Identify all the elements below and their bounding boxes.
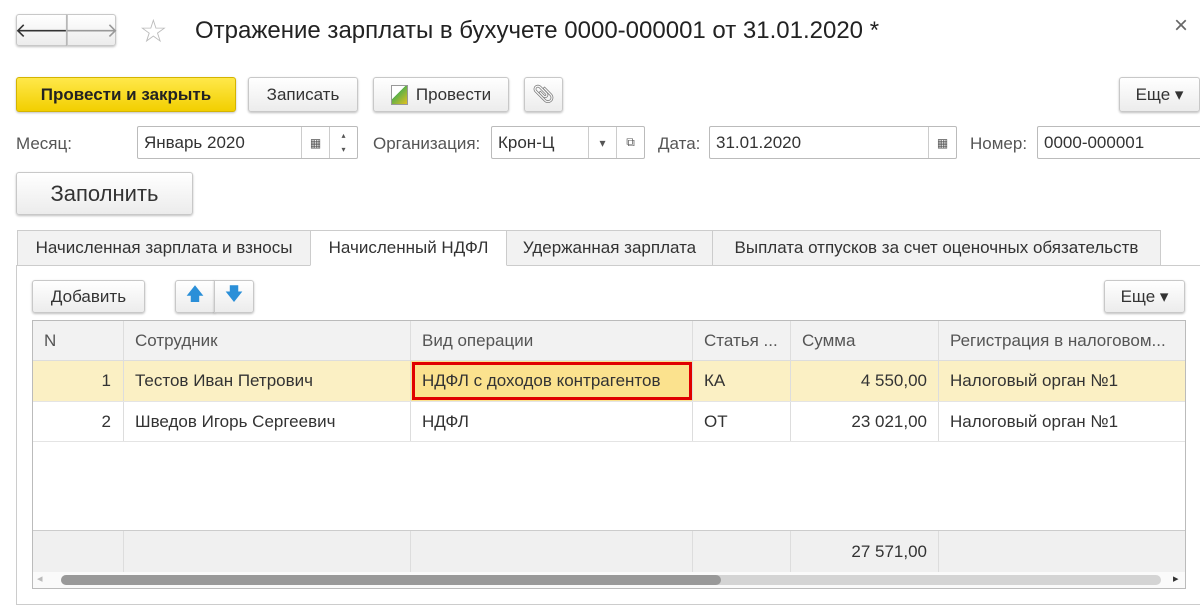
organization-field[interactable]: Крон-Ц ▾ ⧉ [491, 126, 645, 159]
arrow-up-icon: 🡅 [185, 283, 205, 304]
post-and-close-button[interactable]: Провести и закрыть [16, 77, 236, 112]
nav-forward-button[interactable]: 🡒 [64, 14, 119, 46]
table-row[interactable]: 2 Шведов Игорь Сергеевич НДФЛ ОТ 23 021,… [33, 402, 1185, 442]
chevron-down-icon[interactable]: ▾ [588, 127, 616, 158]
arrow-down-icon: 🡇 [224, 283, 244, 304]
post-document-icon [390, 84, 408, 105]
scroll-right-icon[interactable]: ▸ [1173, 572, 1179, 585]
scrollbar-thumb[interactable] [61, 575, 721, 585]
cell-operation-highlighted[interactable]: НДФЛ с доходов контрагентов [411, 361, 693, 401]
tab-accrued-salary[interactable]: Начисленная зарплата и взносы [17, 230, 311, 266]
fill-button[interactable]: Заполнить [16, 172, 193, 215]
horizontal-scrollbar[interactable]: ◂ ▸ [33, 572, 1185, 588]
cell-n: 2 [33, 402, 124, 441]
post-button[interactable]: Провести [373, 77, 509, 112]
organization-label: Организация: [373, 134, 481, 153]
tab-withheld-salary[interactable]: Удержанная зарплата [506, 230, 713, 266]
cell-employee: Тестов Иван Петрович [124, 361, 411, 401]
number-field[interactable]: 0000-000001 [1037, 126, 1200, 159]
nav-back-button[interactable]: 🡐 [14, 14, 69, 46]
organization-value: Крон-Ц [498, 132, 555, 152]
col-article[interactable]: Статья ... [693, 321, 791, 360]
cell-amount: 23 021,00 [791, 402, 939, 441]
calendar-icon[interactable]: ▦ [928, 127, 956, 158]
post-label: Провести [415, 84, 492, 104]
cell-amount: 4 550,00 [791, 361, 939, 401]
arrow-right-icon: 🡒 [64, 19, 119, 42]
col-n[interactable]: N [33, 321, 124, 360]
number-label: Номер: [970, 134, 1028, 153]
add-button[interactable]: Добавить [32, 280, 145, 313]
table-header: N Сотрудник Вид операции Статья ... Сумм… [33, 321, 1185, 361]
open-icon[interactable]: ⧉ [616, 127, 644, 158]
cell-operation: НДФЛ [411, 402, 693, 441]
month-label: Месяц: [16, 134, 72, 153]
table-footer: 27 571,00 [33, 530, 1185, 572]
date-field[interactable]: 31.01.2020 ▦ [709, 126, 957, 159]
date-value: 31.01.2020 [716, 132, 802, 152]
date-label: Дата: [658, 134, 701, 153]
close-icon[interactable]: × [1174, 12, 1188, 40]
col-employee[interactable]: Сотрудник [124, 321, 411, 360]
tab-vacation-payments[interactable]: Выплата отпусков за счет оценочных обяза… [712, 230, 1161, 266]
cell-tax-registration: Налоговый орган №1 [950, 371, 1119, 390]
attach-button[interactable]: 📎︎ [524, 77, 563, 112]
arrow-left-icon: 🡐 [14, 19, 69, 42]
col-tax-registration[interactable]: Регистрация в налоговом... [939, 321, 1185, 360]
paperclip-icon: 📎︎ [532, 84, 555, 104]
number-value: 0000-000001 [1044, 132, 1145, 152]
scroll-left-icon[interactable]: ◂ [37, 572, 43, 585]
page-title: Отражение зарплаты в бухучете 0000-00000… [195, 17, 880, 44]
col-operation[interactable]: Вид операции [411, 321, 693, 360]
total-amount: 27 571,00 [791, 531, 939, 572]
cell-employee: Шведов Игорь Сергеевич [124, 402, 411, 441]
more-button[interactable]: Еще ▾ [1119, 77, 1200, 112]
cell-article: КА [693, 361, 791, 401]
favorite-star-icon[interactable]: ☆ [139, 12, 168, 50]
calendar-icon[interactable]: ▦ [301, 127, 329, 158]
move-up-button[interactable]: 🡅 [175, 280, 215, 313]
cell-n: 1 [33, 361, 124, 401]
col-amount[interactable]: Сумма [791, 321, 939, 360]
cell-tax-registration: Налоговый орган №1 [950, 411, 1119, 431]
month-field[interactable]: Январь 2020 ▦ ▴ ▾ [137, 126, 358, 159]
move-down-button[interactable]: 🡇 [214, 280, 254, 313]
save-button[interactable]: Записать [248, 77, 358, 112]
month-spinner[interactable]: ▴ ▾ [329, 127, 357, 158]
table-more-button[interactable]: Еще ▾ [1104, 280, 1185, 313]
tab-accrued-ndfl[interactable]: Начисленный НДФЛ [310, 230, 507, 266]
month-value: Январь 2020 [144, 132, 245, 152]
table-row[interactable]: 1 Тестов Иван Петрович НДФЛ с доходов ко… [33, 361, 1185, 402]
cell-article: ОТ [693, 402, 791, 441]
